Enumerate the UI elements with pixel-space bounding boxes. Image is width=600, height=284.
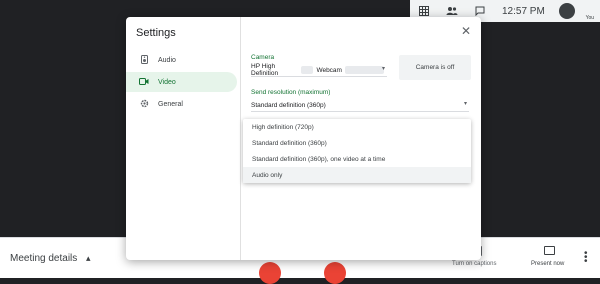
speaker-icon [133, 54, 155, 66]
option-audio-only[interactable]: Audio only [243, 167, 471, 183]
meeting-details-label: Meeting details [10, 253, 78, 264]
meeting-details-button[interactable]: Meeting details ▴ [10, 253, 91, 264]
nav-label-audio: Audio [158, 56, 176, 64]
nav-label-general: General [158, 100, 183, 108]
redacted-chip [301, 66, 314, 74]
dialog-divider [240, 17, 241, 260]
mic-button[interactable] [259, 262, 281, 284]
camera-label: Camera [251, 54, 275, 61]
camera-device-suffix: Webcam [316, 66, 342, 74]
chevron-down-icon: ▾ [463, 101, 467, 107]
nav-item-video[interactable]: Video [126, 72, 237, 92]
camera-preview: Camera is off [399, 55, 471, 80]
redacted-chip [344, 66, 384, 74]
avatar-label: You [585, 15, 594, 21]
send-resolution-value: Standard definition (360p) [251, 101, 326, 109]
avatar[interactable] [558, 3, 575, 19]
chevron-up-icon: ▴ [86, 253, 91, 263]
settings-dialog: Settings ✕ Audio Video General Camera HP… [126, 17, 481, 260]
more-vert-icon[interactable]: • • • [584, 249, 588, 267]
nav-item-general[interactable]: General [126, 94, 237, 114]
clock-time: 12:57 PM [502, 5, 545, 17]
close-icon[interactable]: ✕ [459, 24, 473, 38]
option-sd-360p-one-video[interactable]: Standard definition (360p), one video at… [243, 151, 471, 167]
dialog-title: Settings [136, 27, 176, 39]
option-hd-720p[interactable]: High definition (720p) [243, 119, 471, 135]
gear-icon [133, 99, 155, 110]
chevron-down-icon: ▾ [381, 66, 385, 72]
camera-select[interactable]: HP High Definition Webcam ▾ [251, 63, 387, 77]
send-resolution-label: Send resolution (maximum) [251, 89, 331, 96]
camera-preview-status: Camera is off [415, 64, 455, 71]
nav-item-audio[interactable]: Audio [126, 50, 237, 70]
camera-button[interactable] [324, 262, 346, 284]
send-resolution-dropdown: High definition (720p) Standard definiti… [243, 119, 471, 183]
present-now-button[interactable]: Present now [531, 261, 564, 267]
nav-label-video: Video [158, 78, 176, 86]
option-sd-360p[interactable]: Standard definition (360p) [243, 135, 471, 151]
present-icon [544, 246, 555, 255]
send-resolution-select[interactable]: Standard definition (360p) ▾ [251, 99, 469, 112]
video-camera-icon [133, 77, 155, 87]
captions-button[interactable]: Turn on captions [452, 261, 496, 267]
camera-device-prefix: HP High Definition [251, 63, 279, 77]
